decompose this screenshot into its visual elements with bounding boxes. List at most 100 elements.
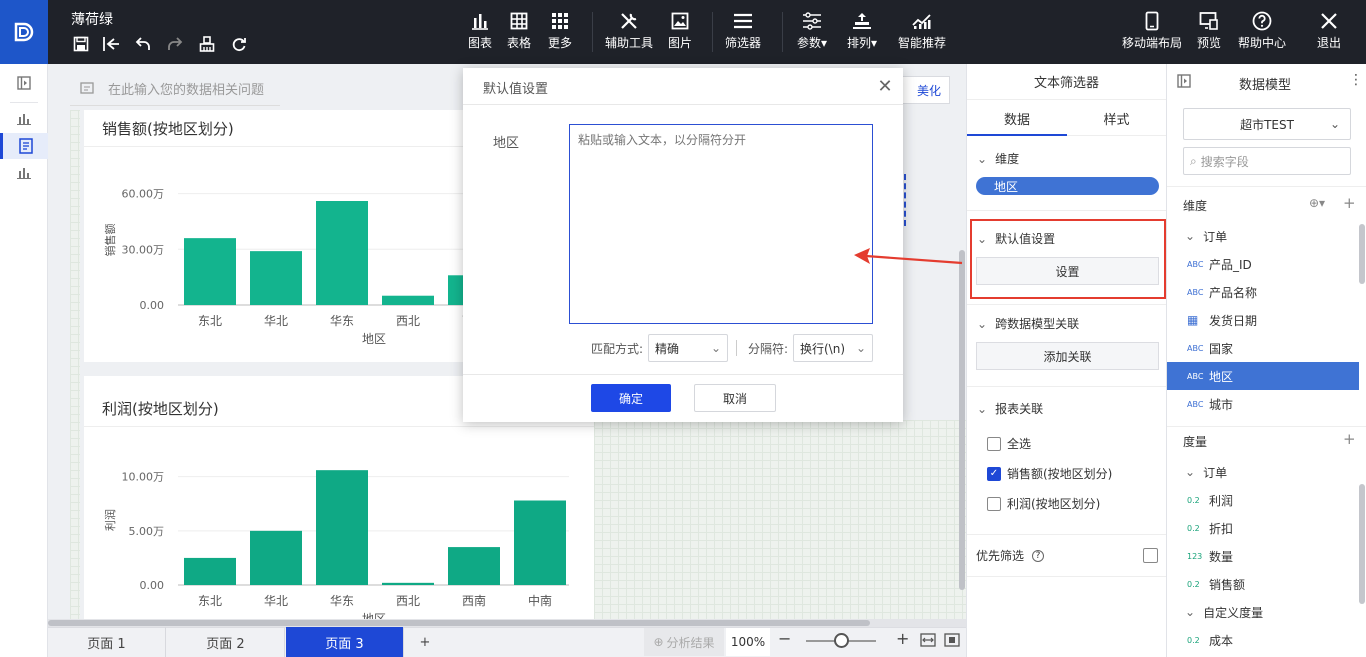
image-tool[interactable]: 图片 [664,8,696,58]
exit-button[interactable]: 退出 [1314,8,1344,58]
zoom-out-icon[interactable]: − [778,629,791,648]
chevron-down-icon: ⌄ [855,341,866,355]
mobile-layout-button[interactable]: 移动端布局 [1120,8,1184,58]
smart-recommend-tool[interactable]: 智能推荐 [896,8,948,58]
redo-icon[interactable] [164,33,186,55]
format-brush-icon[interactable] [196,33,218,55]
assist-tool[interactable]: 辅助工具 [602,8,656,58]
report-checkbox-profit[interactable]: 利润(按地区划分) [987,495,1100,512]
field-item[interactable]: 0.2 折扣 [1167,514,1359,542]
x-tick-label: 西南 [462,593,486,608]
divider [967,534,1166,535]
field-item[interactable]: 0.2 成本 [1167,626,1359,654]
field-item[interactable]: ABC 地区 [1167,362,1359,390]
add-dimension-icon[interactable]: + [1343,194,1356,212]
preview-icon [1199,8,1219,34]
cancel-button[interactable]: 取消 [694,384,776,412]
vertical-scrollbar[interactable] [958,220,966,600]
field-type-icon: ABC [1187,399,1204,409]
more-options-icon[interactable]: ⋮ [1349,72,1363,88]
param-tool[interactable]: 参数▾ [792,8,832,58]
horizontal-scrollbar[interactable] [48,619,966,627]
field-item[interactable]: ABC 城市 [1167,390,1359,418]
rail-chart-icon[interactable] [0,106,48,132]
card-divider [84,426,594,427]
zoom-level[interactable]: 100% [726,628,770,656]
field-item[interactable]: ABC 产品名称 [1167,278,1359,306]
scrollbar-thumb[interactable] [959,250,965,590]
arrange-tool[interactable]: 排列▾ [842,8,882,58]
save-icon[interactable] [70,33,92,55]
page-tab-2[interactable]: 页面 2 [167,627,285,657]
fit-screen-icon[interactable] [944,633,960,650]
app-logo[interactable] [0,0,48,64]
measure-group[interactable]: ⌄ 订单 [1167,458,1359,486]
rail-chart-icon[interactable] [0,160,48,186]
x-tick-label: 华东 [330,594,354,608]
priority-filter-checkbox[interactable] [1143,548,1158,563]
field-item[interactable]: 0.2 销售额 [1167,570,1359,598]
section-default-value[interactable]: ⌄ 默认值设置 [977,230,1055,247]
dataset-select[interactable]: 超市TEST ⌄ [1183,108,1351,140]
zoom-slider-thumb[interactable] [834,633,849,648]
field-label: 地区 [493,136,520,151]
tab-data[interactable]: 数据 [967,102,1067,136]
refresh-icon[interactable] [228,33,250,55]
rail-document-icon[interactable] [0,133,48,159]
top-toolbar: 薄荷绿 图表 表格 更多 辅助工具 图片 筛选器 参数▾ 排列▾ 智能推荐 移动… [0,0,1366,64]
select-all-checkbox[interactable]: 全选 [987,435,1031,452]
undo-icon[interactable] [132,33,154,55]
fit-width-icon[interactable] [920,633,936,650]
page-tab-3[interactable]: 页面 3 [286,627,404,657]
zoom-in-icon[interactable]: + [896,629,909,648]
match-mode-select[interactable]: 精确 ⌄ [648,334,728,362]
chart-tool[interactable]: 图表 [464,8,496,58]
field-item[interactable]: ABC 国家 [1167,334,1359,362]
close-icon[interactable]: ✕ [875,76,895,97]
report-checkbox-sales[interactable]: ✓ 销售额(按地区划分) [987,465,1112,482]
set-default-button[interactable]: 设置 [976,257,1159,285]
add-measure-icon[interactable]: + [1343,430,1356,448]
dimension-group[interactable]: ⌄ 订单 [1167,222,1359,250]
expand-panel-icon[interactable] [0,70,48,96]
section-cross-model[interactable]: ⌄ 跨数据模型关联 [977,315,1079,332]
page-tab-1[interactable]: 页面 1 [48,627,166,657]
tab-style[interactable]: 样式 [1067,102,1166,136]
help-icon[interactable]: ? [1032,549,1045,562]
more-tool[interactable]: 更多 [544,8,576,58]
ask-question-bar[interactable]: 在此输入您的数据相关问题 [70,72,280,106]
scrollbar-thumb[interactable] [48,620,870,626]
field-item[interactable]: 123 数量 [1167,542,1359,570]
section-report-link[interactable]: ⌄ 报表关联 [977,400,1043,417]
help-center-button[interactable]: 帮助中心 [1236,8,1288,58]
bar [250,251,302,305]
field-item[interactable]: 0.2 利润 [1167,486,1359,514]
default-values-textarea[interactable] [569,124,873,324]
dimension-chip[interactable]: 地区 [976,177,1159,195]
separator-select[interactable]: 换行(\n) ⌄ [793,334,873,362]
image-icon [671,8,689,34]
y-tick-label: 5.00万 [129,525,165,538]
bar [448,547,500,585]
scrollbar-thumb[interactable] [1359,224,1365,284]
field-item[interactable]: ABC 产品_ID [1167,250,1359,278]
add-link-button[interactable]: 添加关联 [976,342,1159,370]
scrollbar-thumb[interactable] [1359,484,1365,604]
field-type-icon: ABC [1187,259,1204,269]
globe-icon[interactable]: ⊕▾ [1309,196,1325,210]
section-dimension[interactable]: ⌄ 维度 [977,150,1019,167]
preview-button[interactable]: 预览 [1194,8,1224,58]
field-item[interactable]: ▦ 发货日期 [1167,306,1359,334]
add-page-button[interactable]: + [405,627,445,657]
chevron-down-icon: ⌄ [977,151,988,166]
custom-measure-group[interactable]: ⌄ 自定义度量 [1167,598,1359,626]
analysis-result-button[interactable]: ⊕ 分析结果 [644,628,724,656]
field-search-input[interactable]: ⌕ 搜索字段 [1183,147,1351,175]
back-to-start-icon[interactable] [100,33,122,55]
filter-tool[interactable]: 筛选器 [722,8,764,58]
ok-button[interactable]: 确定 [591,384,671,412]
collapse-panel-icon[interactable] [1177,74,1191,91]
field-label: 产品_ID [1209,257,1252,272]
field-type-icon: 0.2 [1187,523,1200,533]
table-tool[interactable]: 表格 [503,8,535,58]
